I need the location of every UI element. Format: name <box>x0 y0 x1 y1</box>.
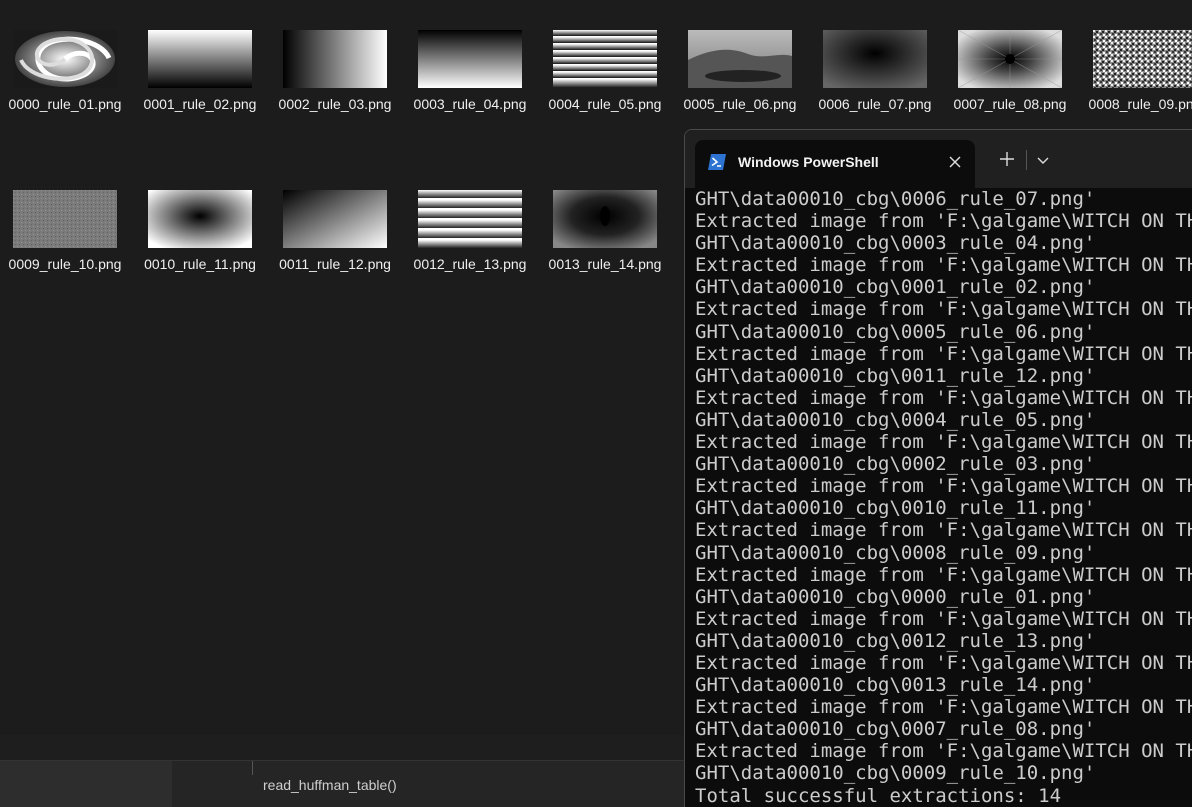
powershell-icon <box>708 154 726 170</box>
terminal-line: Extracted image from 'F:\galgame\WITCH O… <box>695 386 1192 409</box>
terminal-line: Extracted image from 'F:\galgame\WITCH O… <box>695 254 1192 277</box>
file-item[interactable]: 0007_rule_08.png <box>947 0 1073 114</box>
editor-panel <box>0 761 172 807</box>
file-thumbnail <box>283 190 387 248</box>
file-item[interactable]: 0001_rule_02.png <box>137 0 263 114</box>
divider <box>252 761 253 775</box>
file-thumbnail <box>688 30 792 88</box>
terminal-titlebar: Windows PowerShell <box>685 130 1192 188</box>
terminal-line: Extracted image from 'F:\galgame\WITCH O… <box>695 210 1192 233</box>
file-thumbnail <box>13 190 117 248</box>
file-thumbnail <box>148 190 252 248</box>
chevron-down-icon[interactable] <box>1033 150 1053 170</box>
terminal-line: GHT\data00010_cbg\0008_rule_09.png' <box>695 541 1096 564</box>
file-item[interactable]: 0002_rule_03.png <box>272 0 398 114</box>
file-thumbnail <box>823 30 927 88</box>
file-item[interactable]: 0013_rule_14.png <box>542 160 668 274</box>
terminal-line: Extracted image from 'F:\galgame\WITCH O… <box>695 696 1192 719</box>
terminal-output[interactable]: GHT\data00010_cbg\0006_rule_07.png' Extra… <box>695 188 1192 807</box>
file-item[interactable]: 0010_rule_11.png <box>137 160 263 274</box>
terminal-line: GHT\data00010_cbg\0004_rule_05.png' <box>695 408 1096 431</box>
code-function-name[interactable]: read_huffman_table() <box>263 777 397 793</box>
terminal-line: GHT\data00010_cbg\0000_rule_01.png' <box>695 585 1096 608</box>
terminal-line: GHT\data00010_cbg\0009_rule_10.png' <box>695 762 1096 785</box>
powershell-window[interactable]: Windows PowerShell GHT\data00010_cbg\000… <box>684 129 1192 807</box>
file-thumbnail <box>553 190 657 248</box>
plus-icon[interactable] <box>996 148 1018 170</box>
file-name: 0009_rule_10.png <box>8 256 122 272</box>
tab-windows-powershell[interactable]: Windows PowerShell <box>695 140 975 188</box>
terminal-line: Extracted image from 'F:\galgame\WITCH O… <box>695 740 1192 763</box>
terminal-line: GHT\data00010_cbg\0005_rule_06.png' <box>695 320 1096 343</box>
file-item[interactable]: 0005_rule_06.png <box>677 0 803 114</box>
terminal-line: GHT\data00010_cbg\0002_rule_03.png' <box>695 453 1096 476</box>
file-item[interactable]: 0008_rule_09.png <box>1082 0 1192 114</box>
terminal-line: Extracted image from 'F:\galgame\WITCH O… <box>695 651 1192 674</box>
file-item[interactable]: 0011_rule_12.png <box>272 160 398 274</box>
file-name: 0010_rule_11.png <box>144 256 256 272</box>
file-name: 0012_rule_13.png <box>413 256 527 272</box>
terminal-line: GHT\data00010_cbg\0007_rule_08.png' <box>695 718 1096 741</box>
file-thumbnail <box>148 30 252 88</box>
terminal-line: Extracted image from 'F:\galgame\WITCH O… <box>695 519 1192 542</box>
tab-title: Windows PowerShell <box>738 154 879 170</box>
file-item[interactable]: 0000_rule_01.png <box>2 0 128 114</box>
file-name: 0004_rule_05.png <box>548 96 662 112</box>
file-item[interactable]: 0004_rule_05.png <box>542 0 668 114</box>
terminal-line: GHT\data00010_cbg\0006_rule_07.png' <box>695 188 1096 210</box>
file-thumbnail <box>958 30 1062 88</box>
file-name: 0002_rule_03.png <box>278 96 392 112</box>
terminal-line: GHT\data00010_cbg\0010_rule_11.png' <box>695 497 1096 520</box>
file-thumbnail <box>418 30 522 88</box>
terminal-line: GHT\data00010_cbg\0011_rule_12.png' <box>695 364 1096 387</box>
file-name: 0003_rule_04.png <box>413 96 527 112</box>
file-name: 0011_rule_12.png <box>279 256 391 272</box>
file-name: 0013_rule_14.png <box>548 256 662 272</box>
terminal-line: GHT\data00010_cbg\0003_rule_04.png' <box>695 232 1096 255</box>
file-name: 0000_rule_01.png <box>8 96 122 112</box>
close-icon[interactable] <box>945 152 965 172</box>
file-item[interactable]: 0012_rule_13.png <box>407 160 533 274</box>
terminal-line: Extracted image from 'F:\galgame\WITCH O… <box>695 607 1192 630</box>
file-name: 0005_rule_06.png <box>683 96 797 112</box>
file-name: 0001_rule_02.png <box>143 96 257 112</box>
file-thumbnail <box>13 30 117 88</box>
terminal-line: GHT\data00010_cbg\0001_rule_02.png' <box>695 276 1096 299</box>
file-name: 0008_rule_09.png <box>1088 96 1192 112</box>
file-name: 0007_rule_08.png <box>953 96 1067 112</box>
terminal-line: Extracted image from 'F:\galgame\WITCH O… <box>695 342 1192 365</box>
terminal-line: Extracted image from 'F:\galgame\WITCH O… <box>695 475 1192 498</box>
file-item[interactable]: 0006_rule_07.png <box>812 0 938 114</box>
file-item[interactable]: 0003_rule_04.png <box>407 0 533 114</box>
file-name: 0006_rule_07.png <box>818 96 932 112</box>
terminal-line: Extracted image from 'F:\galgame\WITCH O… <box>695 298 1192 321</box>
terminal-line: Extracted image from 'F:\galgame\WITCH O… <box>695 431 1192 454</box>
file-item[interactable]: 0009_rule_10.png <box>2 160 128 274</box>
terminal-line: GHT\data00010_cbg\0012_rule_13.png' <box>695 629 1096 652</box>
file-thumbnail <box>283 30 387 88</box>
file-thumbnail <box>553 30 657 88</box>
file-thumbnail <box>418 190 522 248</box>
divider <box>1026 150 1027 170</box>
terminal-line: GHT\data00010_cbg\0013_rule_14.png' <box>695 674 1096 697</box>
terminal-line: Total successful extractions: 14 <box>695 784 1062 807</box>
file-thumbnail <box>1093 30 1192 88</box>
terminal-line: Extracted image from 'F:\galgame\WITCH O… <box>695 563 1192 586</box>
